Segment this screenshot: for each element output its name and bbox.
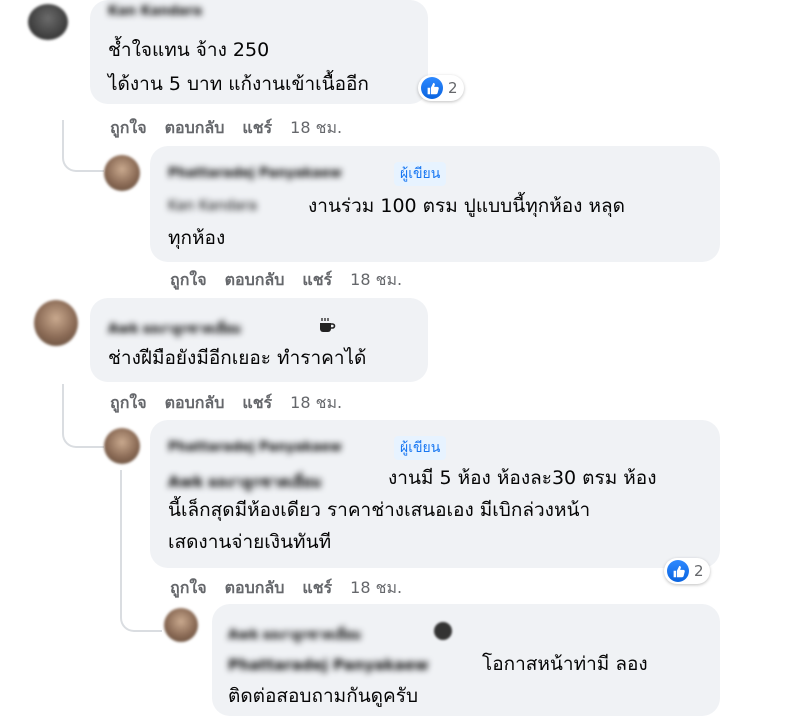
timestamp[interactable]: 18 ชม. — [290, 116, 342, 141]
like-button[interactable]: ถูกใจ — [110, 116, 147, 141]
coffee-icon — [314, 312, 340, 338]
avatar[interactable] — [104, 155, 140, 191]
mention-link[interactable]: Phattaradej Panyakaew — [228, 656, 428, 674]
avatar[interactable] — [28, 4, 68, 40]
like-button[interactable]: ถูกใจ — [170, 576, 207, 601]
like-button[interactable]: ถูกใจ — [170, 268, 207, 293]
share-button[interactable]: แชร์ — [242, 116, 272, 141]
share-button[interactable]: แชร์ — [242, 391, 272, 416]
comment-text: ทุกห้อง — [168, 227, 226, 249]
timestamp[interactable]: 18 ชม. — [350, 268, 402, 293]
comment-text: ช่างฝีมือยังมีอีกเยอะ ทำราคาได้ — [108, 347, 367, 369]
avatar[interactable] — [34, 300, 78, 346]
comment-actions: ถูกใจ ตอบกลับ แชร์ 18 ชม. — [110, 116, 360, 141]
share-button[interactable]: แชร์ — [302, 268, 332, 293]
thread-line — [62, 120, 104, 172]
mention-link[interactable]: Awk ผลงาลูกชาตเยี่ยม — [168, 470, 322, 494]
commenter-name[interactable]: Phattaradej Panyakaew — [168, 166, 342, 181]
author-badge: ผู้เขียน — [394, 162, 447, 186]
coffee-icon — [434, 622, 452, 640]
comment-text: ได้งาน 5 บาท แก้งานเข้าเนื้ออีก — [108, 73, 369, 95]
timestamp[interactable]: 18 ชม. — [350, 576, 402, 601]
reaction-count[interactable]: 2 — [664, 558, 710, 584]
commenter-name[interactable]: Awk ผลงาลูกชาตเยี่ยม — [108, 318, 241, 339]
comment-actions: ถูกใจ ตอบกลับ แชร์ 18 ชม. — [170, 576, 420, 601]
comment-text: ช้ำใจแทน จ้าง 250 — [108, 39, 270, 61]
reply-button[interactable]: ตอบกลับ — [225, 576, 285, 601]
commenter-name[interactable]: Phattaradej Panyakaew — [168, 440, 342, 455]
thumbs-up-icon — [667, 560, 689, 582]
thumbs-up-icon — [421, 77, 443, 99]
avatar[interactable] — [104, 428, 140, 464]
commenter-name[interactable]: Awk ผลงาลูกชาตเยี่ยม — [228, 624, 361, 645]
mention-link[interactable]: Kan Kandara — [168, 198, 257, 214]
reply-button[interactable]: ตอบกลับ — [225, 268, 285, 293]
avatar[interactable] — [164, 608, 198, 642]
comment-text: นี้เล็กสุดมีห้องเดียว ราคาช่างเสนอเอง มี… — [168, 499, 591, 521]
share-button[interactable]: แชร์ — [302, 576, 332, 601]
comment-text: งานร่วม 100 ตรม ปูแบบนี้ทุกห้อง หลุด — [308, 195, 625, 217]
author-badge: ผู้เขียน — [394, 436, 447, 460]
reaction-count[interactable]: 2 — [418, 75, 464, 101]
comment-text: ติดต่อสอบถามกันดูครับ — [228, 685, 418, 707]
reply-button[interactable]: ตอบกลับ — [165, 116, 225, 141]
thread-line — [62, 384, 104, 448]
comment-text: เสดงานจ่ายเงินทันที — [168, 531, 332, 553]
comment-text: โอกาสหน้าท่ามี ลอง — [482, 653, 648, 675]
reply-button[interactable]: ตอบกลับ — [165, 391, 225, 416]
commenter-name[interactable]: Kan Kandara — [108, 4, 202, 19]
timestamp[interactable]: 18 ชม. — [290, 391, 342, 416]
comment-actions: ถูกใจ ตอบกลับ แชร์ 18 ชม. — [170, 268, 420, 293]
like-button[interactable]: ถูกใจ — [110, 391, 147, 416]
comment-actions: ถูกใจ ตอบกลับ แชร์ 18 ชม. — [110, 391, 360, 416]
comment-text: งานมี 5 ห้อง ห้องละ30 ตรม ห้อง — [388, 467, 657, 489]
